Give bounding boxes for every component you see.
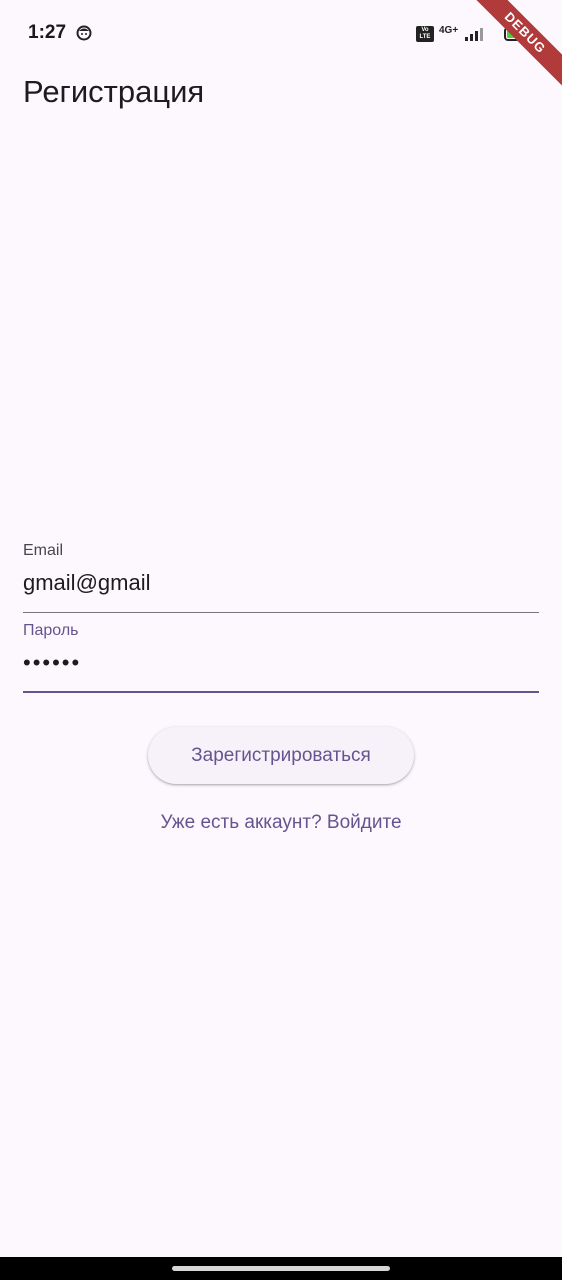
email-label: Email (23, 542, 64, 559)
notification-face-icon (76, 25, 92, 41)
navigation-bar (0, 1257, 562, 1280)
email-input[interactable] (23, 568, 539, 598)
password-input[interactable]: •••••• (23, 648, 539, 678)
volte-icon: Vo LTE (416, 26, 434, 42)
signal-strength-icon (465, 28, 484, 41)
password-label: Пароль (23, 622, 79, 639)
page-title: Регистрация (23, 74, 205, 109)
status-time: 1:27 (28, 22, 67, 43)
network-type-label: 4G+ (439, 25, 459, 36)
password-underline (23, 691, 539, 693)
status-bar: 1:27 Vo LTE 4G+ 59 (0, 0, 562, 68)
home-gesture-handle[interactable] (172, 1266, 390, 1271)
register-button[interactable]: Зарегистрироваться (148, 727, 414, 784)
email-field[interactable]: Email (23, 540, 539, 613)
password-field[interactable]: Пароль •••••• (23, 620, 539, 693)
login-link[interactable]: Уже есть аккаунт? Войдите (0, 812, 562, 834)
email-underline (23, 612, 539, 613)
